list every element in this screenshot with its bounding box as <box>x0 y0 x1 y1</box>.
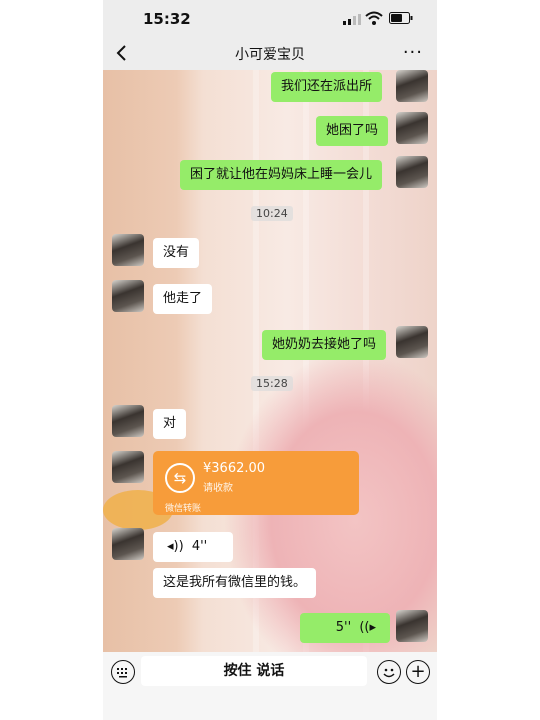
input-bar: 按住 说话 + <box>103 652 437 720</box>
more-options-icon[interactable]: ··· <box>403 42 423 63</box>
keyboard-icon <box>117 668 127 678</box>
voice-wave-icon: ((▸ <box>359 620 376 635</box>
message-bubble-sent[interactable]: 困了就让他在妈妈床上睡一会儿 <box>180 160 383 190</box>
my-avatar[interactable] <box>396 610 428 642</box>
message-bubble-sent[interactable]: 她困了吗 <box>316 116 389 146</box>
phone-screen: 15:32 小可爱宝贝 ··· 我们还在派出所 她困了吗 困了就让他在妈妈床上睡… <box>103 0 437 720</box>
status-time: 15:32 <box>143 10 191 28</box>
my-avatar[interactable] <box>396 326 428 358</box>
status-bar: 15:32 <box>103 0 437 36</box>
plus-icon[interactable]: + <box>406 660 430 684</box>
message-bubble-received[interactable]: 对 <box>153 409 187 439</box>
contact-avatar[interactable] <box>112 405 144 437</box>
chat-header: 小可爱宝贝 ··· <box>103 36 437 70</box>
voice-message-received[interactable]: ◂)) 4'' <box>153 532 233 562</box>
transfer-amount: ¥3662.00 <box>203 461 266 476</box>
battery-icon <box>389 12 413 24</box>
message-bubble-sent[interactable]: 她奶奶去接她了吗 <box>262 330 387 360</box>
contact-avatar[interactable] <box>112 234 144 266</box>
voice-message-sent[interactable]: 5'' ((▸ <box>300 613 390 643</box>
timestamp: 15:28 <box>251 376 293 391</box>
message-bubble-sent[interactable]: 我们还在派出所 <box>271 72 383 102</box>
message-bubble-received[interactable]: 这是我所有微信里的钱。 <box>153 568 317 598</box>
message-bubble-received[interactable]: 没有 <box>153 238 200 268</box>
my-avatar[interactable] <box>396 112 428 144</box>
my-avatar[interactable] <box>396 70 428 102</box>
transfer-card[interactable]: ⇆ ¥3662.00 请收款 微信转账 <box>153 451 359 515</box>
voice-wave-icon: ◂)) <box>167 539 184 554</box>
transfer-footer: 微信转账 <box>165 504 202 514</box>
hold-to-talk-button[interactable]: 按住 说话 <box>141 656 367 686</box>
timestamp: 10:24 <box>251 206 293 221</box>
transfer-arrows-icon: ⇆ <box>165 463 195 493</box>
smiley-icon <box>383 668 395 678</box>
keyboard-toggle-icon[interactable] <box>111 660 135 684</box>
chat-title: 小可爱宝贝 <box>235 47 305 63</box>
contact-avatar[interactable] <box>112 280 144 312</box>
wifi-icon <box>365 11 383 25</box>
voice-duration: 5'' <box>335 620 352 635</box>
voice-duration: 4'' <box>191 539 208 554</box>
transfer-description: 请收款 <box>203 483 233 494</box>
emoji-icon[interactable] <box>377 660 401 684</box>
contact-avatar[interactable] <box>112 528 144 560</box>
chat-area[interactable]: 我们还在派出所 她困了吗 困了就让他在妈妈床上睡一会儿 10:24 没有 他走了… <box>103 70 437 652</box>
my-avatar[interactable] <box>396 156 428 188</box>
message-bubble-received[interactable]: 他走了 <box>153 284 213 314</box>
contact-avatar[interactable] <box>112 451 144 483</box>
signal-icon <box>343 14 361 25</box>
